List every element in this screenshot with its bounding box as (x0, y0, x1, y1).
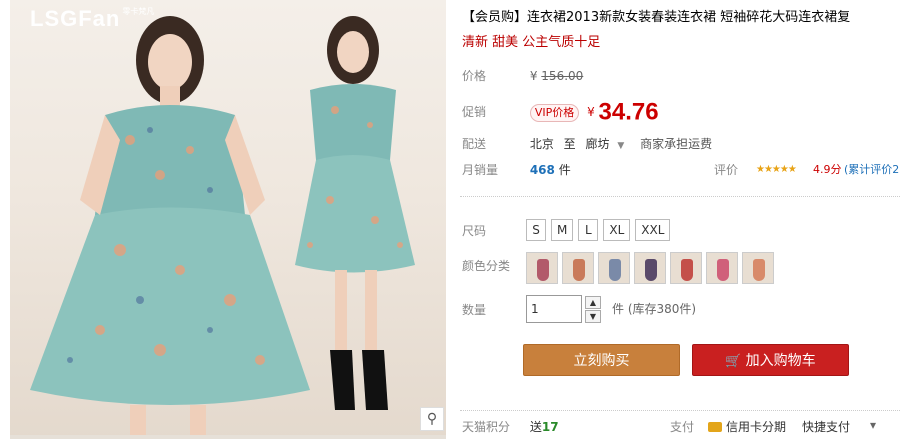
sales-unit: 件 (558, 163, 571, 177)
color-label-row: 颜色分类 (462, 254, 526, 278)
stock-note: 件 (库存380件) (612, 302, 697, 316)
promo-currency: ¥ (587, 105, 595, 119)
size-option-m[interactable]: M (551, 219, 574, 241)
color-swatch[interactable] (670, 252, 702, 284)
review-label: 评价 (714, 163, 739, 177)
brand-logo-subtext: 零卡梵凡 (122, 7, 155, 16)
swatch-dress-thumbnail (609, 259, 621, 281)
shipping-note: 商家承担运费 (640, 137, 713, 151)
color-swatch[interactable] (562, 252, 594, 284)
quantity-input[interactable]: 1 (526, 295, 582, 323)
swatch-dress-thumbnail (681, 259, 693, 281)
buy-now-button[interactable]: 立刻购买 (523, 344, 680, 376)
product-photo[interactable]: LSGFan 零卡梵凡 (10, 0, 446, 439)
brand-logo-text: LSGFan (30, 6, 121, 31)
swatch-dress-thumbnail (645, 259, 657, 281)
promo-row: 促销 VIP价格 ¥ 34.76 (462, 98, 659, 126)
size-option-l[interactable]: L (578, 219, 599, 241)
sales-label: 月销量 (462, 163, 499, 177)
size-option-xxl[interactable]: XXL (635, 219, 671, 241)
color-swatches (526, 252, 778, 287)
payment-label: 支付 (670, 420, 695, 434)
swatch-dress-thumbnail (753, 259, 765, 281)
credit-card-icon (708, 422, 722, 432)
shipping-label: 配送 (462, 137, 487, 151)
review-count-link[interactable]: (累计评价21 (844, 158, 900, 182)
points-row: 天猫积分 送17 (462, 418, 559, 435)
credit-card-installment[interactable]: 信用卡分期 (708, 418, 786, 435)
product-subtitle: 清新 甜美 公主气质十足 (462, 35, 601, 50)
magnifier-icon[interactable]: ⚲ (420, 407, 444, 431)
quantity-decrease-button[interactable]: ▼ (585, 310, 601, 323)
ship-to-select[interactable]: 廊坊 (586, 137, 610, 151)
quantity-increase-button[interactable]: ▲ (585, 296, 601, 309)
ship-from: 北京 (529, 137, 554, 151)
size-option-s[interactable]: S (526, 219, 546, 241)
original-price: ¥ 156.00 (530, 69, 583, 83)
color-swatch[interactable] (706, 252, 738, 284)
color-swatch[interactable] (742, 252, 774, 284)
sales-count: 468 (529, 163, 555, 177)
swatch-dress-thumbnail (537, 259, 549, 281)
price-label: 价格 (462, 69, 487, 83)
credit-card-label: 信用卡分期 (726, 420, 787, 434)
gallery-strip (10, 435, 446, 439)
color-swatch[interactable] (526, 252, 558, 284)
original-price-value: 156.00 (541, 69, 584, 83)
divider (460, 196, 900, 197)
rating-stars: ★★★★★ (756, 164, 797, 175)
size-options: S M L XL XXL (526, 219, 675, 241)
vip-price-badge: VIP价格 (529, 103, 580, 122)
quantity-label: 数量 (462, 303, 487, 317)
points-prefix: 送 (529, 420, 542, 434)
points-label: 天猫积分 (462, 420, 511, 434)
add-to-cart-label: 加入购物车 (745, 353, 816, 369)
product-info-panel: 【会员购】连衣裙2013新款女装春装连衣裙 短袖碎花大码连衣裙复 清新 甜美 公… (460, 0, 900, 439)
color-swatch[interactable] (598, 252, 630, 284)
points-value: 17 (541, 420, 559, 434)
chevron-down-icon[interactable]: ▾ (870, 418, 876, 432)
divider (460, 410, 900, 411)
model-illustration (30, 16, 415, 439)
color-swatch[interactable] (634, 252, 666, 284)
quantity-label-row: 数量 (462, 298, 526, 322)
add-to-cart-button[interactable]: 🛒 加入购物车 (692, 344, 849, 376)
ship-to-word: 至 (563, 137, 576, 151)
brand-logo: LSGFan 零卡梵凡 (30, 6, 154, 32)
product-title: 【会员购】连衣裙2013新款女装春装连衣裙 短袖碎花大码连衣裙复 (462, 10, 851, 25)
product-gallery: LSGFan 零卡梵凡 ⚲ (0, 0, 448, 439)
shipping-row: 配送 北京 至 廊坊 ▼ 商家承担运费 (462, 132, 712, 156)
cart-icon: 🛒 (725, 354, 742, 369)
size-option-xl[interactable]: XL (603, 219, 631, 241)
promo-price: 34.76 (598, 98, 659, 126)
chevron-down-icon[interactable]: ▼ (617, 141, 624, 151)
swatch-dress-thumbnail (573, 259, 585, 281)
quick-pay[interactable]: 快捷支付 (802, 418, 850, 435)
color-label: 颜色分类 (462, 259, 511, 273)
price-row: 价格 ¥ 156.00 (462, 64, 583, 88)
size-label-row: 尺码 (462, 219, 526, 243)
original-price-currency: ¥ (529, 69, 538, 83)
promo-label: 促销 (462, 105, 487, 119)
rating-score: 4.9分 (813, 163, 842, 176)
sales-row: 月销量 468 件 评价 ★★★★★ 4.9分 (累计评价21 (462, 158, 900, 182)
size-label: 尺码 (462, 224, 487, 238)
swatch-dress-thumbnail (717, 259, 729, 281)
